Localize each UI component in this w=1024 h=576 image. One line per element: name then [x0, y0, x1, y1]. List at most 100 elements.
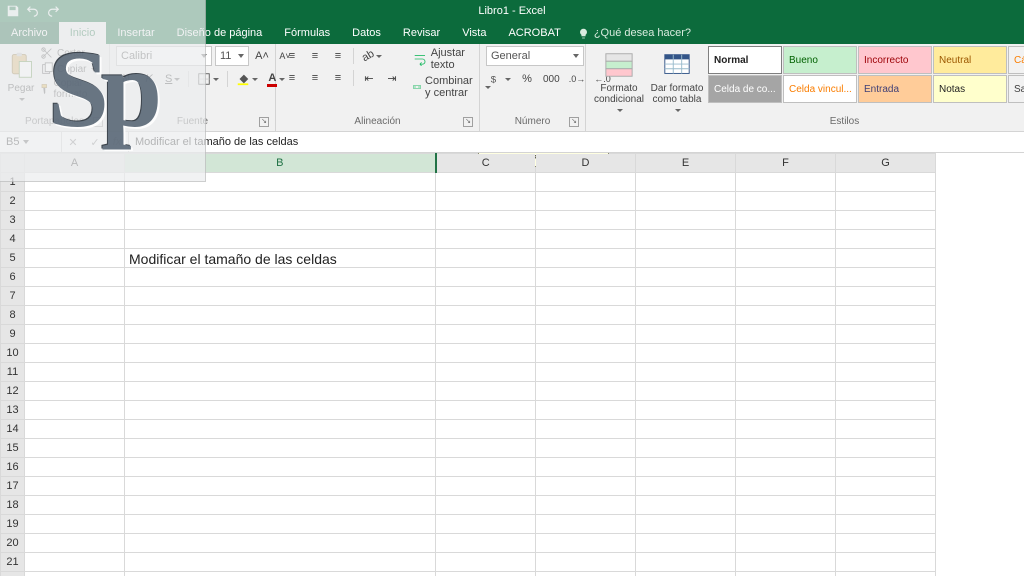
- row-header-20[interactable]: 20: [1, 534, 25, 553]
- align-right-button[interactable]: ≡: [328, 68, 348, 88]
- cell-G21[interactable]: [836, 553, 936, 572]
- cell-B19[interactable]: [125, 515, 436, 534]
- col-header-C[interactable]: C: [436, 154, 536, 173]
- cell-B9[interactable]: [125, 325, 436, 344]
- cell-D14[interactable]: [536, 420, 636, 439]
- row-header-7[interactable]: 7: [1, 287, 25, 306]
- tell-me-search[interactable]: ¿Qué desea hacer?: [578, 22, 691, 44]
- row-header-11[interactable]: 11: [1, 363, 25, 382]
- col-header-G[interactable]: G: [836, 154, 936, 173]
- fx-icon[interactable]: fx: [106, 136, 128, 148]
- cell-C6[interactable]: [436, 268, 536, 287]
- style-bueno[interactable]: Bueno: [783, 46, 857, 74]
- cell-G12[interactable]: [836, 382, 936, 401]
- cell-D12[interactable]: [536, 382, 636, 401]
- cell-G7[interactable]: [836, 287, 936, 306]
- save-icon[interactable]: [6, 4, 20, 18]
- cell-F14[interactable]: [736, 420, 836, 439]
- cell-F6[interactable]: [736, 268, 836, 287]
- dialog-launcher-icon[interactable]: ↘: [569, 117, 579, 127]
- cell-G10[interactable]: [836, 344, 936, 363]
- cell-G4[interactable]: [836, 230, 936, 249]
- cell-E5[interactable]: [636, 249, 736, 268]
- fill-color-button[interactable]: [233, 69, 261, 89]
- cell-G19[interactable]: [836, 515, 936, 534]
- cell-E9[interactable]: [636, 325, 736, 344]
- cell-D20[interactable]: [536, 534, 636, 553]
- cell-D4[interactable]: [536, 230, 636, 249]
- cell-G22[interactable]: [836, 572, 936, 576]
- cell-A6[interactable]: [25, 268, 125, 287]
- cell-C13[interactable]: [436, 401, 536, 420]
- cell-D18[interactable]: [536, 496, 636, 515]
- cell-E12[interactable]: [636, 382, 736, 401]
- cancel-icon[interactable]: ✕: [62, 136, 84, 149]
- cell-G5[interactable]: [836, 249, 936, 268]
- tab-insertar[interactable]: Insertar: [106, 22, 165, 44]
- row-header-17[interactable]: 17: [1, 477, 25, 496]
- cell-A11[interactable]: [25, 363, 125, 382]
- row-header-1[interactable]: 1: [1, 173, 25, 192]
- cell-F19[interactable]: [736, 515, 836, 534]
- cell-A9[interactable]: [25, 325, 125, 344]
- cell-A17[interactable]: [25, 477, 125, 496]
- cell-D5[interactable]: [536, 249, 636, 268]
- cell-B2[interactable]: [125, 192, 436, 211]
- col-header-E[interactable]: E: [636, 154, 736, 173]
- tab-file[interactable]: Archivo: [0, 22, 59, 44]
- underline-button[interactable]: S: [162, 69, 183, 89]
- cell-B11[interactable]: [125, 363, 436, 382]
- cell-A2[interactable]: [25, 192, 125, 211]
- select-all-corner[interactable]: [1, 154, 25, 173]
- cell-D8[interactable]: [536, 306, 636, 325]
- cell-F17[interactable]: [736, 477, 836, 496]
- cell-A15[interactable]: [25, 439, 125, 458]
- cell-E1[interactable]: [636, 173, 736, 192]
- cell-G14[interactable]: [836, 420, 936, 439]
- cell-F16[interactable]: [736, 458, 836, 477]
- style-c-lculo[interactable]: Cálculo: [1008, 46, 1024, 74]
- cell-C10[interactable]: [436, 344, 536, 363]
- format-painter-button[interactable]: Copiar formato: [40, 78, 103, 100]
- cut-button[interactable]: Cortar: [40, 46, 103, 60]
- cell-C19[interactable]: [436, 515, 536, 534]
- cell-A22[interactable]: [25, 572, 125, 576]
- cell-G18[interactable]: [836, 496, 936, 515]
- style-neutral[interactable]: Neutral: [933, 46, 1007, 74]
- borders-button[interactable]: [194, 69, 222, 89]
- cell-D19[interactable]: [536, 515, 636, 534]
- cell-E16[interactable]: [636, 458, 736, 477]
- row-header-4[interactable]: 4: [1, 230, 25, 249]
- dialog-launcher-icon[interactable]: ↘: [93, 117, 103, 127]
- cell-G2[interactable]: [836, 192, 936, 211]
- row-header-8[interactable]: 8: [1, 306, 25, 325]
- cell-F22[interactable]: [736, 572, 836, 576]
- comma-button[interactable]: 000: [540, 69, 563, 89]
- cell-B13[interactable]: [125, 401, 436, 420]
- col-header-D[interactable]: D: [536, 154, 636, 173]
- cell-A7[interactable]: [25, 287, 125, 306]
- cell-A5[interactable]: [25, 249, 125, 268]
- cell-styles-gallery[interactable]: NormalBuenoIncorrectoNeutralCálculoCelda…: [708, 46, 1024, 103]
- style-incorrecto[interactable]: Incorrecto: [858, 46, 932, 74]
- cell-D9[interactable]: [536, 325, 636, 344]
- cell-A12[interactable]: [25, 382, 125, 401]
- cell-A4[interactable]: [25, 230, 125, 249]
- dialog-launcher-icon[interactable]: ↘: [259, 117, 269, 127]
- row-header-12[interactable]: 12: [1, 382, 25, 401]
- cell-B1[interactable]: [125, 173, 436, 192]
- enter-icon[interactable]: ✓: [84, 136, 106, 149]
- cell-C18[interactable]: [436, 496, 536, 515]
- cell-G11[interactable]: [836, 363, 936, 382]
- row-header-9[interactable]: 9: [1, 325, 25, 344]
- cell-D3[interactable]: [536, 211, 636, 230]
- cell-G13[interactable]: [836, 401, 936, 420]
- cell-C21[interactable]: [436, 553, 536, 572]
- number-format-combo[interactable]: General: [486, 46, 584, 66]
- row-header-2[interactable]: 2: [1, 192, 25, 211]
- bold-button[interactable]: N: [116, 69, 136, 89]
- cell-A19[interactable]: [25, 515, 125, 534]
- undo-icon[interactable]: [26, 4, 40, 18]
- tab-inicio[interactable]: Inicio: [59, 22, 107, 44]
- cell-C16[interactable]: [436, 458, 536, 477]
